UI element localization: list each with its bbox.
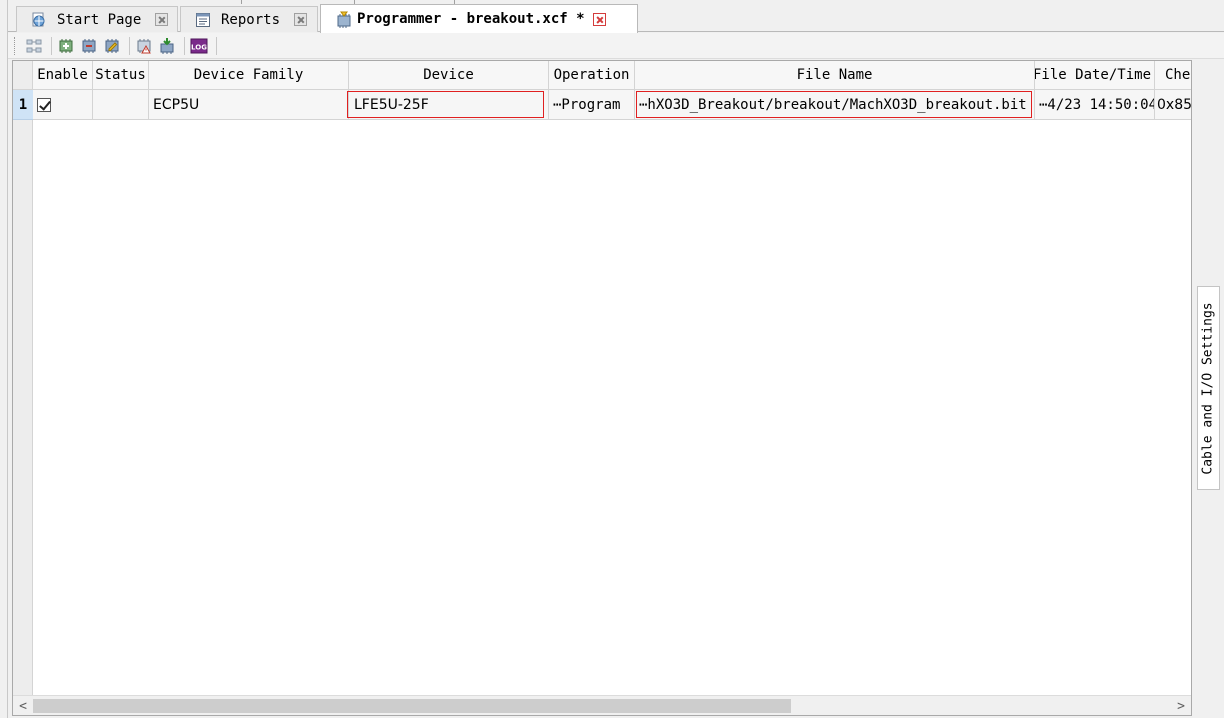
log-icon-label: LOG: [191, 43, 207, 51]
status-cell[interactable]: [93, 90, 149, 120]
toolbar-separator: [129, 36, 130, 55]
device-properties-icon[interactable]: [134, 36, 154, 56]
col-checksum-header[interactable]: Che: [1155, 61, 1191, 90]
scrollbar-thumb[interactable]: [33, 699, 791, 713]
programmer-toolbar: LOG: [8, 33, 1224, 59]
tab-start-page[interactable]: Start Page: [16, 6, 178, 32]
enable-cell[interactable]: [33, 90, 93, 120]
checksum-cell[interactable]: 0x85: [1155, 90, 1191, 120]
scroll-right-arrow[interactable]: >: [1173, 698, 1189, 714]
toolbar-separator: [51, 36, 52, 55]
tab-label: Programmer - breakout.xcf *: [357, 11, 585, 27]
col-file-date-header[interactable]: File Date/Time: [1035, 61, 1155, 90]
col-enable-header[interactable]: Enable: [33, 61, 93, 90]
program-device-icon[interactable]: [157, 36, 177, 56]
corner-header: [13, 61, 33, 90]
col-device-family-header[interactable]: Device Family: [149, 61, 349, 90]
scroll-left-arrow[interactable]: <: [15, 698, 31, 714]
report-icon: [195, 12, 211, 28]
toolbar-grip[interactable]: [14, 36, 18, 55]
operation-cell[interactable]: ⋯Program: [549, 90, 635, 120]
log-icon[interactable]: LOG: [189, 36, 209, 56]
add-device-icon[interactable]: [56, 36, 76, 56]
close-icon[interactable]: [294, 13, 308, 26]
tab-reports[interactable]: Reports: [180, 6, 318, 32]
close-icon[interactable]: [592, 12, 606, 26]
col-status-header[interactable]: Status: [93, 61, 149, 90]
globe-page-icon: [31, 12, 47, 28]
col-checksum-label: Che: [1165, 67, 1191, 83]
file-name-validation-box: [636, 91, 1032, 118]
device-table: Enable Status Device Family Device Opera…: [12, 60, 1192, 716]
toolbar-separator: [184, 36, 185, 55]
toolbar-separator: [216, 36, 217, 55]
document-tab-bar: Start Page Reports Programmer - breakout…: [8, 4, 1224, 33]
row-number[interactable]: 1: [13, 90, 33, 120]
scan-chain-icon[interactable]: [24, 36, 44, 56]
device-family-cell[interactable]: ECP5U: [149, 90, 349, 120]
col-file-date-label: File Date/Time: [1035, 67, 1152, 83]
edit-device-icon[interactable]: [102, 36, 122, 56]
device-validation-box: [347, 91, 544, 118]
close-icon[interactable]: [155, 13, 169, 26]
col-operation-header[interactable]: Operation: [549, 61, 635, 90]
horizontal-scrollbar[interactable]: < >: [13, 695, 1191, 715]
tab-programmer[interactable]: Programmer - breakout.xcf *: [320, 4, 638, 33]
file-date-cell[interactable]: ⋯4/23 14:50:04: [1035, 90, 1155, 120]
programmer-chip-icon: [335, 11, 351, 28]
tab-label: Reports: [221, 11, 281, 28]
col-device-header[interactable]: Device: [349, 61, 549, 90]
left-frame-edge: [0, 0, 8, 718]
enable-checkbox[interactable]: [37, 97, 51, 112]
remove-device-icon[interactable]: [79, 36, 99, 56]
cable-io-settings-label: Cable and I/O Settings: [1201, 301, 1216, 475]
cable-io-settings-tab[interactable]: Cable and I/O Settings: [1197, 286, 1220, 490]
col-file-name-header[interactable]: File Name: [635, 61, 1035, 90]
tab-label: Start Page: [57, 11, 142, 28]
row-number-gutter: [13, 61, 33, 695]
